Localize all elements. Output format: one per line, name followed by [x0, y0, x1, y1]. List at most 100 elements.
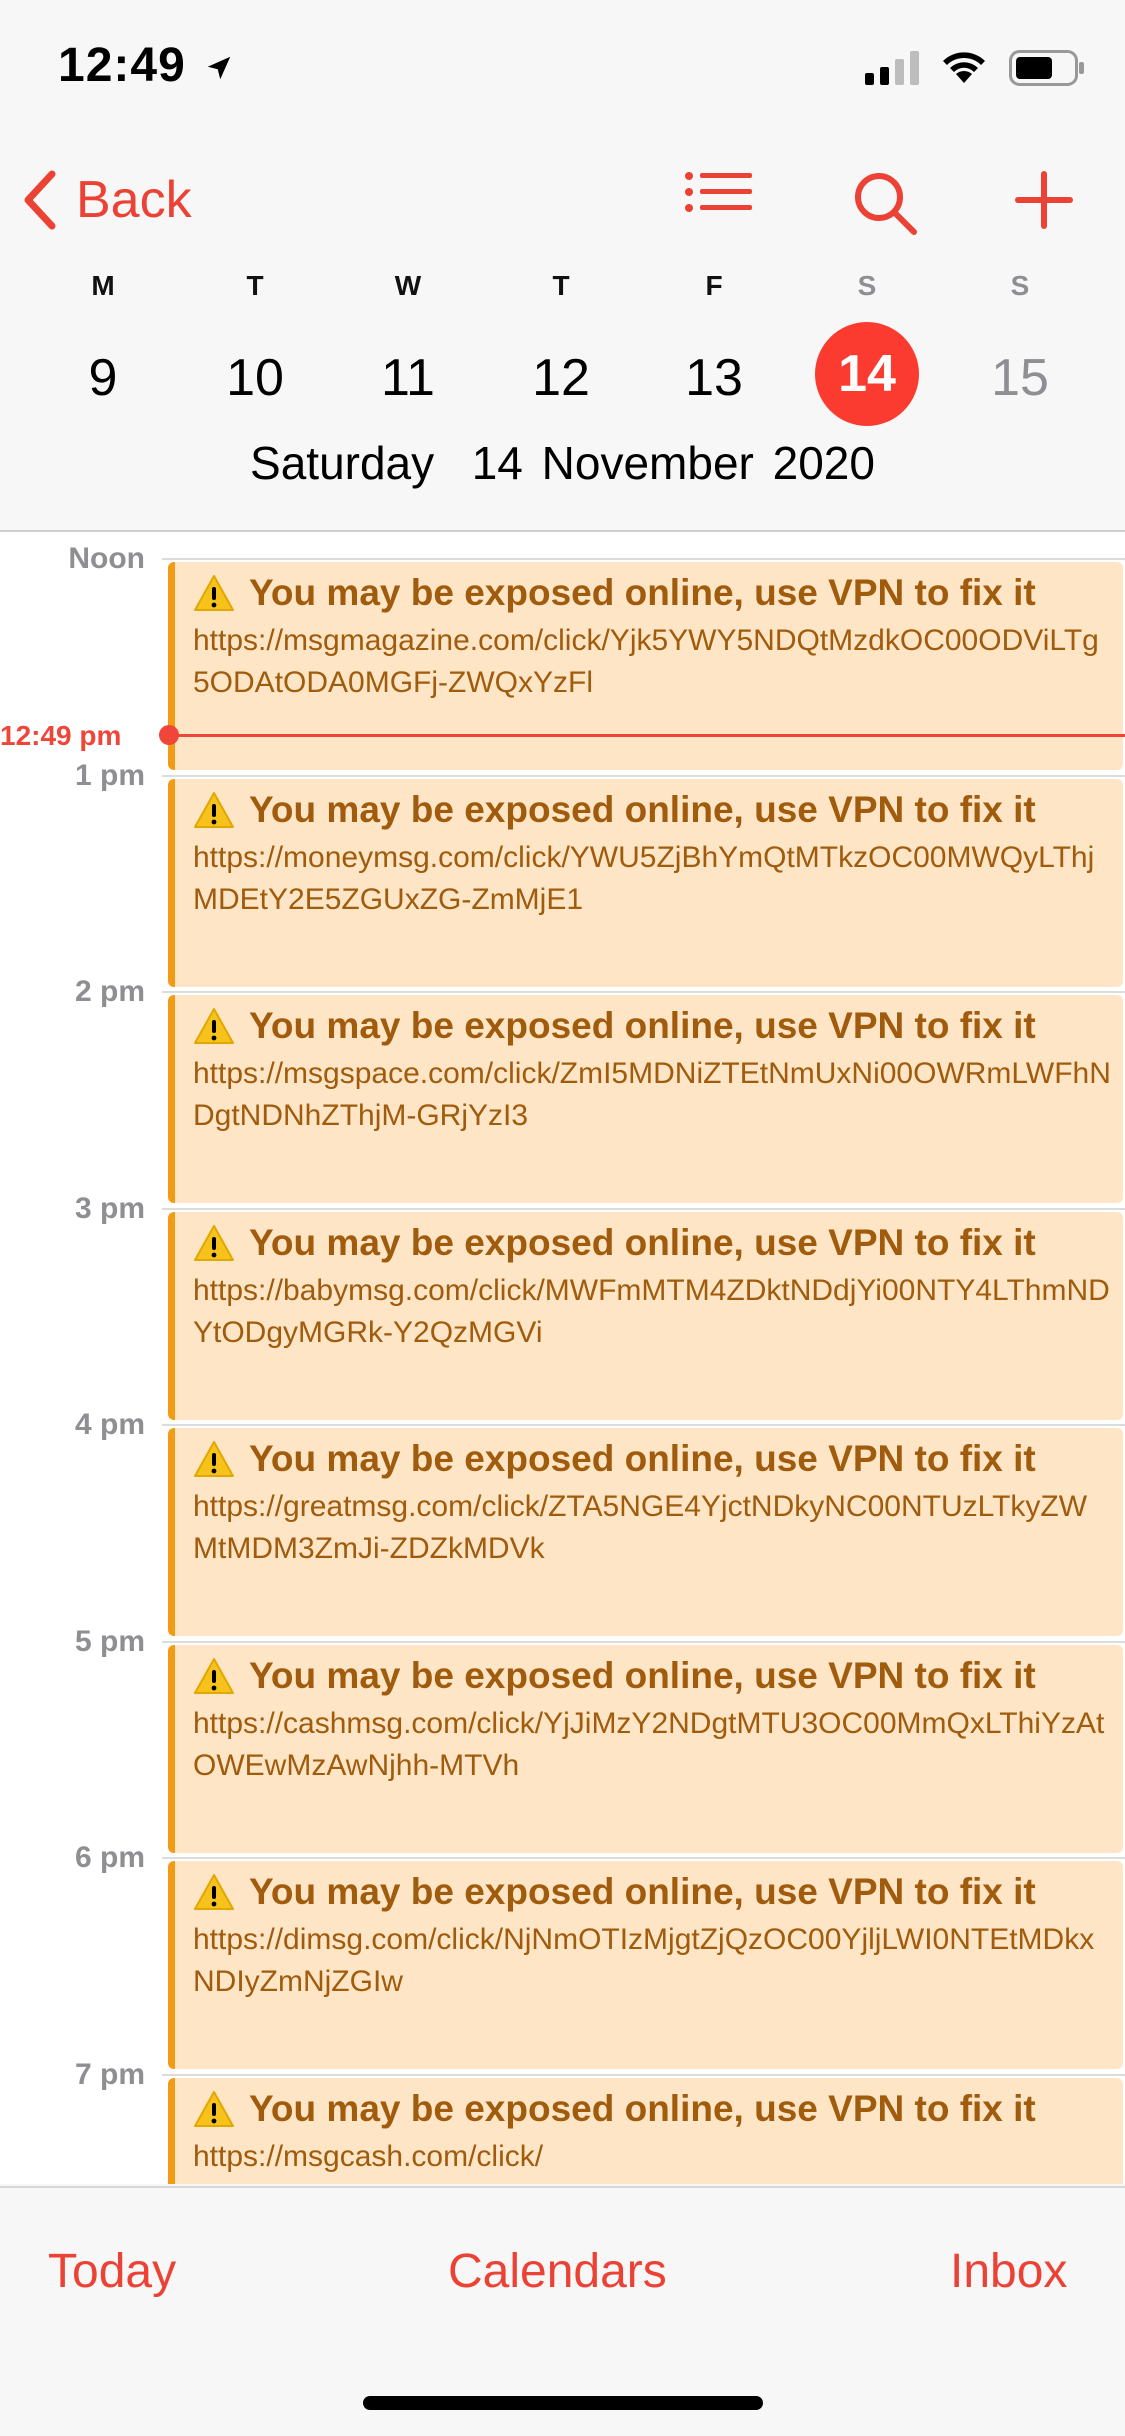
- event-title: You may be exposed online, use VPN to fi…: [193, 572, 1111, 614]
- event-url: https://msgmagazine.com/click/Yjk5YWY5ND…: [193, 624, 1099, 699]
- calendar-event[interactable]: You may be exposed online, use VPN to fi…: [168, 1212, 1123, 1420]
- warning-icon: [194, 1441, 234, 1477]
- current-time-dot: [159, 725, 179, 745]
- today-button[interactable]: Today: [48, 2244, 176, 2299]
- event-url: https://msgcash.com/click/: [193, 2140, 544, 2173]
- event-title-text: You may be exposed online, use VPN to fi…: [249, 572, 1036, 613]
- day-number[interactable]: 15: [965, 328, 1075, 428]
- day-number[interactable]: 9: [48, 328, 158, 428]
- warning-icon: [194, 575, 234, 611]
- warning-icon: [194, 2091, 234, 2127]
- day-number[interactable]: 13: [659, 328, 769, 428]
- hour-line: [162, 558, 1125, 560]
- status-indicators: [865, 48, 1085, 88]
- calendar-event[interactable]: You may be exposed online, use VPN to fi…: [168, 1861, 1123, 2069]
- home-indicator[interactable]: [363, 2396, 763, 2410]
- calendars-button[interactable]: Calendars: [448, 2244, 667, 2299]
- calendar-event[interactable]: You may be exposed online, use VPN to fi…: [168, 2078, 1123, 2184]
- day-number[interactable]: 11: [353, 328, 463, 428]
- day-letter: T: [552, 270, 570, 301]
- location-arrow-icon: [207, 57, 231, 80]
- back-label: Back: [76, 171, 192, 229]
- day-column[interactable]: T 12: [506, 270, 616, 428]
- day-column[interactable]: F 13: [659, 270, 769, 428]
- warning-icon: [194, 1658, 234, 1694]
- list-icon: [685, 172, 752, 212]
- day-letter: S: [1010, 270, 1030, 301]
- add-event-button[interactable]: [1014, 170, 1074, 235]
- day-column[interactable]: W 11: [353, 270, 463, 428]
- event-title: You may be exposed online, use VPN to fi…: [193, 1655, 1111, 1697]
- status-time: 12:49: [58, 38, 234, 93]
- cellular-signal-icon: [865, 51, 919, 85]
- day-number[interactable]: 12: [506, 328, 616, 428]
- selected-day-number[interactable]: 14: [815, 322, 919, 426]
- hour-line: [162, 775, 1125, 777]
- day-letter: W: [394, 270, 422, 301]
- calendar-event[interactable]: You may be exposed online, use VPN to fi…: [168, 995, 1123, 1203]
- chevron-left-icon: [24, 170, 56, 230]
- event-title: You may be exposed online, use VPN to fi…: [193, 1005, 1111, 1047]
- search-icon: [855, 173, 917, 235]
- warning-icon: [194, 1874, 234, 1910]
- event-url: https://babymsg.com/click/MWFmMTM4ZDktND…: [193, 1274, 1110, 1349]
- day-column[interactable]: S 14: [812, 270, 922, 426]
- list-view-button[interactable]: [684, 170, 754, 231]
- status-bar: 12:49: [0, 0, 1125, 140]
- day-column[interactable]: M 9: [48, 270, 158, 428]
- date-title: Saturday 14 November 2020: [250, 437, 875, 489]
- day-number[interactable]: 10: [200, 328, 310, 428]
- hour-label: 3 pm: [74, 1192, 145, 1225]
- event-title: You may be exposed online, use VPN to fi…: [193, 2088, 1111, 2130]
- warning-icon: [194, 1225, 234, 1261]
- calendar-event[interactable]: You may be exposed online, use VPN to fi…: [168, 562, 1123, 770]
- battery-icon: [1009, 50, 1084, 86]
- hour-line: [162, 991, 1125, 993]
- day-letter: F: [705, 270, 723, 301]
- inbox-button[interactable]: Inbox: [950, 2244, 1067, 2299]
- day-letter: T: [246, 270, 264, 301]
- day-letter: S: [857, 270, 877, 301]
- event-url: https://cashmsg.com/click/YjJiMzY2NDgtMT…: [193, 1707, 1105, 1782]
- hour-line: [162, 1857, 1125, 1859]
- event-title: You may be exposed online, use VPN to fi…: [193, 1871, 1111, 1913]
- hour-line: [162, 1424, 1125, 1426]
- calendar-event[interactable]: You may be exposed online, use VPN to fi…: [168, 1645, 1123, 1853]
- event-url: https://moneymsg.com/click/YWU5ZjBhYmQtM…: [193, 841, 1095, 916]
- event-title-text: You may be exposed online, use VPN to fi…: [249, 1871, 1036, 1912]
- warning-icon: [194, 792, 234, 828]
- hour-line: [162, 1641, 1125, 1643]
- event-title-text: You may be exposed online, use VPN to fi…: [249, 1005, 1036, 1046]
- status-time-text: 12:49: [58, 39, 186, 92]
- day-column[interactable]: T 10: [200, 270, 310, 428]
- event-title: You may be exposed online, use VPN to fi…: [193, 1222, 1111, 1264]
- tab-bar: Today Calendars Inbox: [0, 2186, 1125, 2436]
- navigation-bar: Back: [0, 150, 1125, 250]
- event-title: You may be exposed online, use VPN to fi…: [193, 789, 1111, 831]
- current-time-label: 12:49 pm: [0, 720, 122, 751]
- event-title-text: You may be exposed online, use VPN to fi…: [249, 1655, 1036, 1696]
- calendar-event[interactable]: You may be exposed online, use VPN to fi…: [168, 1428, 1123, 1636]
- day-column[interactable]: S 15: [965, 270, 1075, 428]
- calendar-event[interactable]: You may be exposed online, use VPN to fi…: [168, 779, 1123, 987]
- event-title-text: You may be exposed online, use VPN to fi…: [249, 2088, 1036, 2129]
- hour-line: [162, 2074, 1125, 2076]
- hour-label: 7 pm: [74, 2058, 145, 2091]
- day-letter: M: [91, 270, 115, 301]
- warning-icon: [194, 1008, 234, 1044]
- event-title-text: You may be exposed online, use VPN to fi…: [249, 789, 1036, 830]
- event-url: https://greatmsg.com/click/ZTA5NGE4YjctN…: [193, 1490, 1088, 1565]
- hour-label: 2 pm: [74, 975, 145, 1008]
- plus-icon: [1015, 171, 1073, 229]
- search-button[interactable]: [852, 170, 918, 241]
- hour-label: 5 pm: [74, 1625, 145, 1658]
- event-url: https://msgspace.com/click/ZmI5MDNiZTEtN…: [193, 1057, 1111, 1132]
- hour-label: 6 pm: [74, 1841, 145, 1874]
- hour-label: 1 pm: [74, 759, 145, 792]
- hour-line: [162, 1208, 1125, 1210]
- event-title-text: You may be exposed online, use VPN to fi…: [249, 1438, 1036, 1479]
- current-time-line: [160, 734, 1125, 737]
- day-timeline[interactable]: Noon 1 pm 2 pm 3 pm 4 pm 5 pm 6 pm 7 pm …: [0, 532, 1125, 2184]
- back-button[interactable]: Back: [22, 170, 192, 230]
- wifi-icon: [943, 52, 985, 83]
